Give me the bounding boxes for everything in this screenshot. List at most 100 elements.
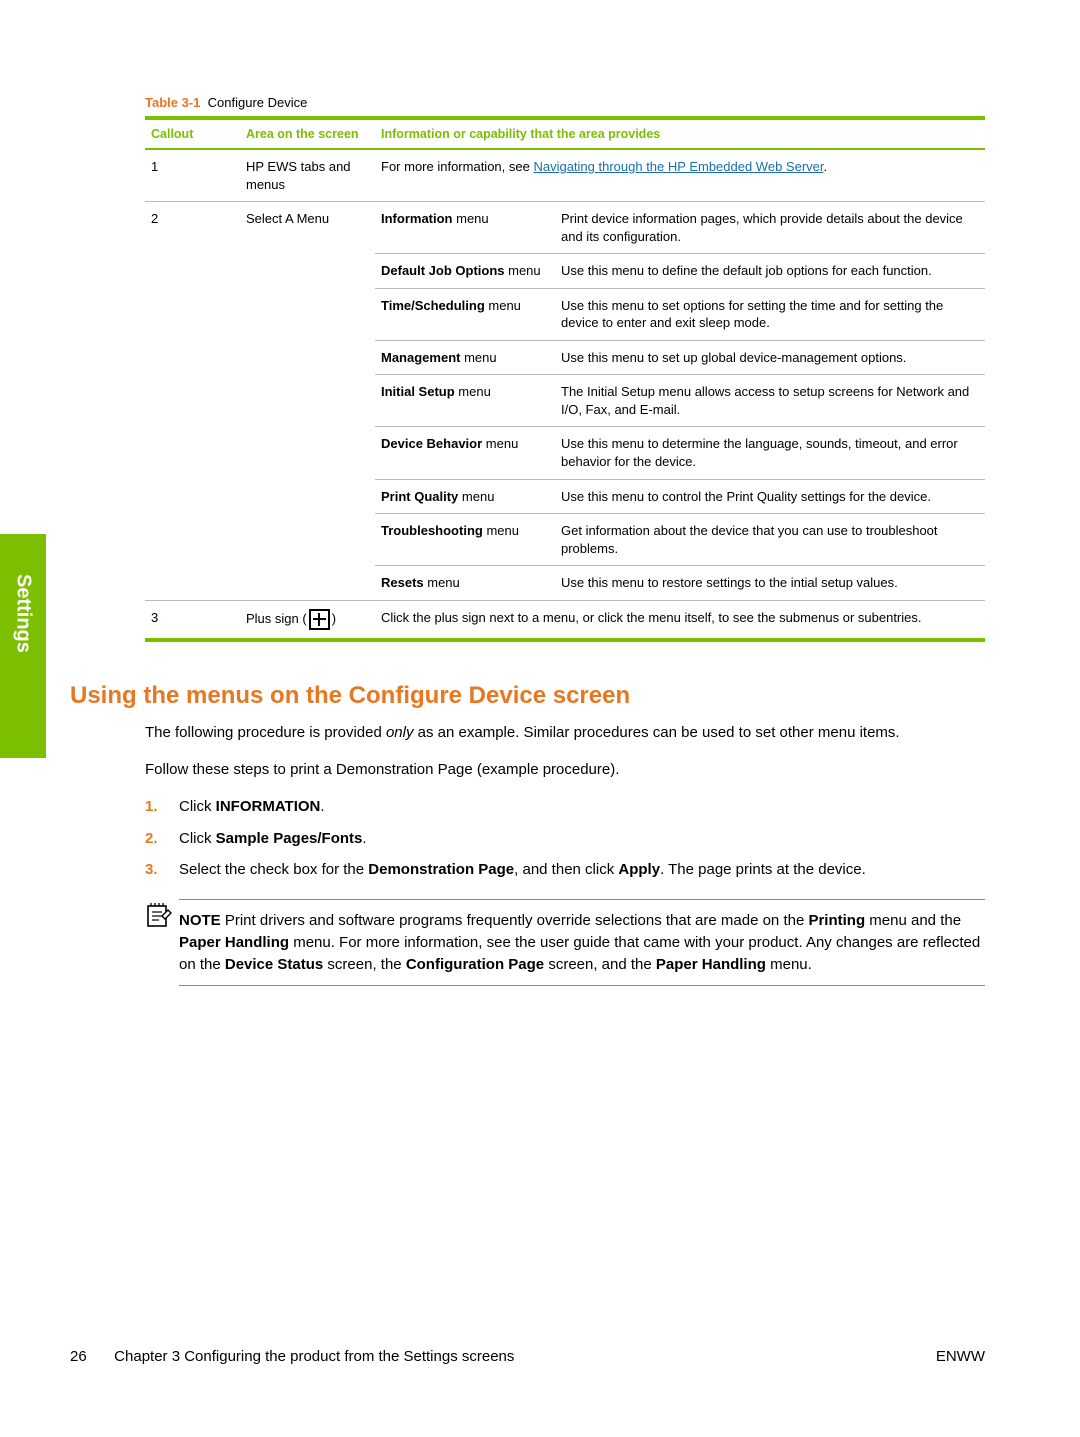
note-icon <box>145 899 179 932</box>
b: INFORMATION <box>216 798 321 815</box>
para1a: The following procedure is provided <box>145 724 386 741</box>
para1-em: only <box>386 724 414 741</box>
cell-callout: 1 <box>145 149 240 202</box>
row3-area-suffix: ) <box>332 611 336 626</box>
paragraph: Follow these steps to print a Demonstrat… <box>145 759 985 780</box>
section-heading: Using the menus on the Configure Device … <box>70 682 985 710</box>
link-navigating-ews[interactable]: Navigating through the HP Embedded Web S… <box>533 159 823 174</box>
row1-info-suffix: . <box>823 159 827 174</box>
step-number: 2. <box>145 828 179 850</box>
cell-menu-desc: Use this menu to define the default job … <box>555 254 985 289</box>
cell-info: Click the plus sign next to a menu, or c… <box>375 600 985 640</box>
cell-callout: 2 <box>145 202 240 601</box>
cell-info: For more information, see Navigating thr… <box>375 149 985 202</box>
cell-menu-desc: Use this menu to set options for setting… <box>555 288 985 340</box>
configure-device-table: Callout Area on the screen Information o… <box>145 116 985 642</box>
cell-menu-name: Default Job Options menu <box>375 254 555 289</box>
b: Device Status <box>225 956 323 973</box>
menu-name: Information <box>381 211 453 226</box>
cell-menu-desc: Use this menu to restore settings to the… <box>555 566 985 601</box>
cell-menu-name: Troubleshooting menu <box>375 514 555 566</box>
cell-menu-name: Time/Scheduling menu <box>375 288 555 340</box>
page-content: Table 3-1 Configure Device Callout Area … <box>145 95 985 986</box>
plus-sign-icon <box>309 609 330 630</box>
cell-menu-desc: Use this menu to control the Print Quali… <box>555 479 985 514</box>
menu-suffix: menu <box>483 523 519 538</box>
menu-suffix: menu <box>453 211 489 226</box>
menu-suffix: menu <box>460 350 496 365</box>
b: Sample Pages/Fonts <box>216 830 363 847</box>
t: , and then click <box>514 861 618 878</box>
footer-right: ENWW <box>936 1348 985 1365</box>
menu-suffix: menu <box>485 298 521 313</box>
cell-menu-name: Device Behavior menu <box>375 427 555 479</box>
side-tab-settings: Settings <box>0 534 46 758</box>
footer-left: 26 Chapter 3 Configuring the product fro… <box>70 1348 514 1365</box>
menu-suffix: menu <box>482 436 518 451</box>
document-page: Settings Table 3-1 Configure Device Call… <box>0 0 1080 1437</box>
step-number: 1. <box>145 796 179 818</box>
table-row: 3 Plus sign () Click the plus sign next … <box>145 600 985 640</box>
cell-menu-name: Print Quality menu <box>375 479 555 514</box>
step-number: 3. <box>145 859 179 881</box>
menu-suffix: menu <box>505 263 541 278</box>
t: Select the check box for the <box>179 861 368 878</box>
cell-menu-name: Information menu <box>375 202 555 254</box>
para1b: as an example. Similar procedures can be… <box>414 724 900 741</box>
t: screen, the <box>323 956 406 973</box>
side-tab-label: Settings <box>12 534 35 653</box>
note-body: NOTE Print drivers and software programs… <box>179 899 985 986</box>
steps-list: 1. Click INFORMATION. 2. Click Sample Pa… <box>145 796 985 881</box>
note-label: NOTE <box>179 912 221 929</box>
menu-suffix: menu <box>424 575 460 590</box>
b: Apply <box>618 861 660 878</box>
t: . The page prints at the device. <box>660 861 866 878</box>
page-number: 26 <box>70 1348 110 1365</box>
table-row: 2 Select A Menu Information menu Print d… <box>145 202 985 254</box>
menu-suffix: menu <box>458 489 494 504</box>
footer-chapter: Chapter 3 Configuring the product from t… <box>114 1348 514 1365</box>
step-item: 2. Click Sample Pages/Fonts. <box>145 828 985 850</box>
t: Click <box>179 798 216 815</box>
t: . <box>320 798 324 815</box>
cell-menu-name: Resets menu <box>375 566 555 601</box>
table-caption-title-text: Configure Device <box>208 95 308 110</box>
menu-name: Device Behavior <box>381 436 482 451</box>
t: . <box>362 830 366 847</box>
cell-menu-desc: Get information about the device that yo… <box>555 514 985 566</box>
step-text: Select the check box for the Demonstrati… <box>179 859 866 881</box>
menu-name: Management <box>381 350 460 365</box>
th-info: Information or capability that the area … <box>375 118 985 149</box>
b: Paper Handling <box>179 934 289 951</box>
paragraph: The following procedure is provided only… <box>145 722 985 743</box>
b: Paper Handling <box>656 956 766 973</box>
cell-area: Select A Menu <box>240 202 375 601</box>
t: menu. <box>766 956 812 973</box>
menu-name: Time/Scheduling <box>381 298 485 313</box>
step-item: 3. Select the check box for the Demonstr… <box>145 859 985 881</box>
cell-menu-desc: Print device information pages, which pr… <box>555 202 985 254</box>
b: Demonstration Page <box>368 861 514 878</box>
menu-suffix: menu <box>455 384 491 399</box>
cell-callout: 3 <box>145 600 240 640</box>
menu-name: Troubleshooting <box>381 523 483 538</box>
menu-name: Initial Setup <box>381 384 455 399</box>
row1-info-prefix: For more information, see <box>381 159 533 174</box>
b: Printing <box>808 912 865 929</box>
note-block: NOTE Print drivers and software programs… <box>145 899 985 986</box>
menu-name: Resets <box>381 575 424 590</box>
table-row: 1 HP EWS tabs and menus For more informa… <box>145 149 985 202</box>
cell-menu-name: Initial Setup menu <box>375 375 555 427</box>
t: Click <box>179 830 216 847</box>
table-caption: Table 3-1 Configure Device <box>145 95 985 110</box>
cell-menu-name: Management menu <box>375 340 555 375</box>
step-text: Click INFORMATION. <box>179 796 325 818</box>
cell-area: Plus sign () <box>240 600 375 640</box>
step-text: Click Sample Pages/Fonts. <box>179 828 367 850</box>
cell-menu-desc: Use this menu to set up global device-ma… <box>555 340 985 375</box>
cell-menu-desc: Use this menu to determine the language,… <box>555 427 985 479</box>
table-header-row: Callout Area on the screen Information o… <box>145 118 985 149</box>
menu-name: Default Job Options <box>381 263 505 278</box>
menu-name: Print Quality <box>381 489 458 504</box>
th-area: Area on the screen <box>240 118 375 149</box>
